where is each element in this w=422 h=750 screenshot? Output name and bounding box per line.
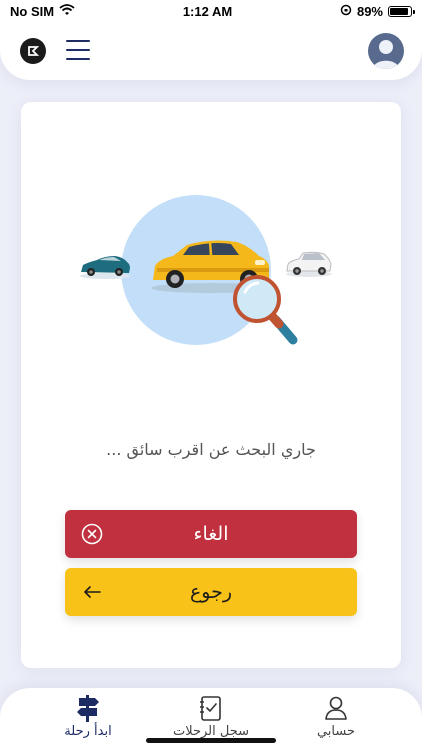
status-bar: No SIM 1:12 AM 89% [0,0,422,22]
carrier-label: No SIM [10,3,55,19]
clock: 1:12 AM [182,3,233,19]
hamburger-menu-icon[interactable] [66,40,90,60]
home-indicator [146,738,276,743]
nav-label-trip-history: سجل الرحلات [172,724,250,739]
cancel-button-label: الغاء [193,523,229,545]
close-circle-icon [81,523,103,545]
small-car-right [286,251,332,277]
user-icon [319,694,353,722]
user-avatar-icon[interactable] [368,33,404,69]
small-car-left [80,256,130,279]
cancel-button[interactable]: الغاء [65,510,357,558]
signpost-icon [71,694,105,722]
back-button-label: رجوع [189,581,233,603]
nav-item-trip-history[interactable]: سجل الرحلات [161,694,261,744]
magnifier-icon [233,275,298,345]
nav-label-start-trip: ابدأ رحلة [64,724,112,739]
nav-item-account[interactable]: حسابي [286,694,386,744]
clipboard-icon [194,694,228,722]
bottom-navigation: ابدأ رحلة سجل الرحلات حسابي [0,688,422,750]
app-logo-icon[interactable] [20,38,46,64]
wifi-icon [59,3,75,19]
nav-item-start-trip[interactable]: ابدأ رحلة [38,694,138,744]
nav-label-account: حسابي [316,724,356,739]
search-card: جاري البحث عن اقرب سائق ... الغاء رجوع [21,102,401,668]
arrow-left-icon [81,581,103,603]
back-button[interactable]: رجوع [65,568,357,616]
battery-icon [388,5,415,17]
car-search-illustration [80,195,332,345]
battery-percent: 89% [356,3,383,19]
orientation-lock-icon [340,4,352,19]
searching-status-text: جاري البحث عن اقرب سائق ... [106,440,316,459]
